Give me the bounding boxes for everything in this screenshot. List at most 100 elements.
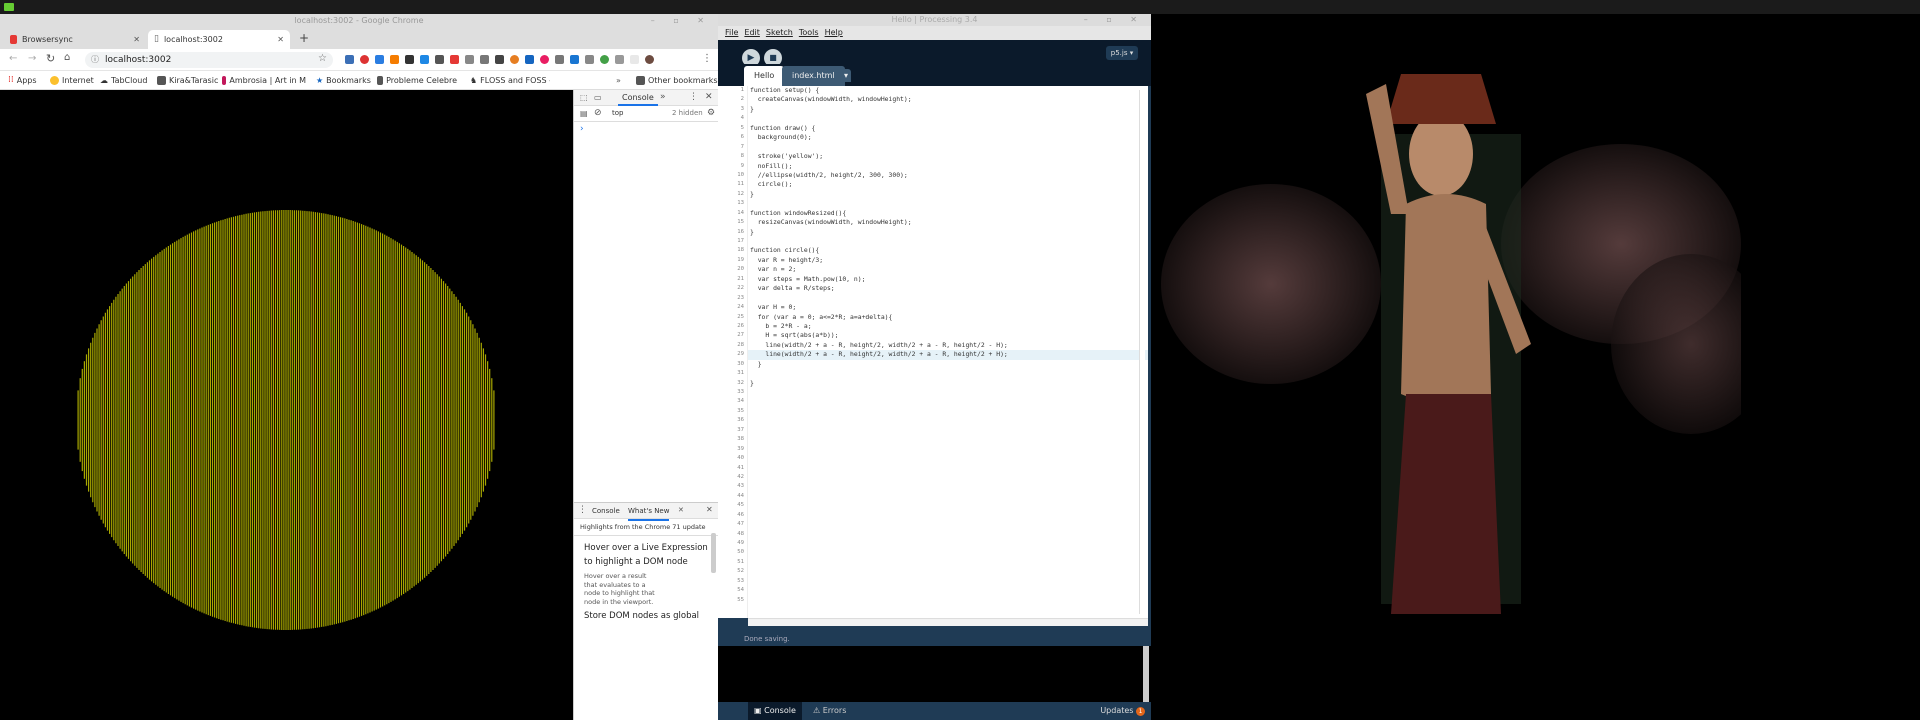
more-tabs-icon[interactable]: » xyxy=(660,92,666,102)
extension-icon[interactable] xyxy=(570,55,579,64)
code-line[interactable]: function setup() { xyxy=(748,86,1148,95)
extension-icon[interactable] xyxy=(345,55,354,64)
code-line[interactable]: //ellipse(width/2, height/2, 300, 300); xyxy=(748,171,1148,180)
window-controls-icon[interactable]: – ▫ ✕ xyxy=(651,14,712,27)
code-line[interactable]: b = 2*R - a; xyxy=(748,322,1148,331)
code-line[interactable]: for (var a = 0; a<=2*R; a=a+delta){ xyxy=(748,313,1148,322)
back-icon[interactable]: ← xyxy=(9,53,17,64)
bookmark-internet[interactable]: Internet xyxy=(50,71,94,90)
drawer-tab-whats-new[interactable]: What's New xyxy=(628,503,670,521)
code-line[interactable] xyxy=(748,143,1148,152)
home-icon[interactable]: ⌂ xyxy=(64,52,70,63)
code-line[interactable] xyxy=(748,369,1148,378)
extension-icon[interactable] xyxy=(420,55,429,64)
bookmark-apps[interactable]: ⁞⁞ Apps xyxy=(8,71,37,90)
extension-icon[interactable] xyxy=(390,55,399,64)
extension-icon[interactable] xyxy=(630,55,639,64)
code-line[interactable]: stroke('yellow'); xyxy=(748,152,1148,161)
extension-icon[interactable] xyxy=(435,55,444,64)
code-line[interactable]: function draw() { xyxy=(748,124,1148,133)
editor-vertical-scrollbar[interactable] xyxy=(1139,90,1145,614)
extension-icon[interactable] xyxy=(360,55,369,64)
extension-icon[interactable] xyxy=(495,55,504,64)
reload-icon[interactable]: ↻ xyxy=(46,52,55,65)
extension-icon[interactable] xyxy=(525,55,534,64)
bookmark-kira-tarasic[interactable]: Kira&Tarasic xyxy=(157,71,218,90)
drawer-menu-icon[interactable]: ⋮ xyxy=(578,505,587,515)
drawer-tab-console[interactable]: Console xyxy=(592,503,620,519)
extension-icon[interactable] xyxy=(540,55,549,64)
whats-new-item-title[interactable]: Hover over a Live Expression to highligh… xyxy=(584,541,710,569)
tab-localhost[interactable]: ▯ localhost:3002 ✕ xyxy=(148,30,290,49)
tab-browsersync[interactable]: Browsersync ✕ xyxy=(4,30,146,49)
chrome-menu-icon[interactable]: ⋮ xyxy=(702,53,712,64)
errors-tab[interactable]: ⚠ Errors xyxy=(813,702,846,720)
code-line[interactable]: line(width/2 + a - R, height/2, width/2 … xyxy=(748,341,1148,350)
code-line[interactable]: background(0); xyxy=(748,133,1148,142)
code-line[interactable]: line(width/2 + a - R, height/2, width/2 … xyxy=(748,350,1148,360)
menu-tools[interactable]: Tools xyxy=(799,26,819,40)
extension-icon[interactable] xyxy=(510,55,519,64)
profile-avatar-icon[interactable] xyxy=(645,55,654,64)
whats-new-item-title-2[interactable]: Store DOM nodes as global xyxy=(584,609,710,623)
close-tab-icon[interactable]: ✕ xyxy=(133,30,140,49)
bookmark-bookmarks[interactable]: ★ Bookmarks xyxy=(316,71,371,90)
extension-icon[interactable] xyxy=(375,55,384,64)
close-drawer-tab-icon[interactable]: ✕ xyxy=(678,506,684,514)
extension-icon[interactable] xyxy=(480,55,489,64)
code-line[interactable]: } xyxy=(748,379,1148,388)
inspect-icon[interactable]: ⬚ xyxy=(580,93,588,102)
extension-icon[interactable] xyxy=(405,55,414,64)
device-toggle-icon[interactable]: ▭ xyxy=(594,93,602,102)
sidebar-toggle-icon[interactable]: ▤ xyxy=(580,109,588,118)
code-editor[interactable]: function setup() { createCanvas(windowWi… xyxy=(748,86,1148,618)
code-line[interactable]: function windowResized(){ xyxy=(748,209,1148,218)
code-line[interactable]: noFill(); xyxy=(748,162,1148,171)
info-icon[interactable]: ⓘ xyxy=(91,52,99,68)
bookmarks-overflow[interactable]: » xyxy=(616,71,621,90)
extension-icon[interactable] xyxy=(450,55,459,64)
code-line[interactable]: circle(); xyxy=(748,180,1148,189)
close-drawer-icon[interactable]: ✕ xyxy=(706,505,713,514)
updates-indicator[interactable]: Updates 1 xyxy=(1100,702,1145,720)
launcher-icon[interactable] xyxy=(4,3,14,11)
tab-index-html[interactable]: index.html xyxy=(782,66,845,86)
menu-file[interactable]: File xyxy=(725,26,738,40)
code-line[interactable]: resizeCanvas(windowWidth, windowHeight); xyxy=(748,218,1148,227)
menu-help[interactable]: Help xyxy=(825,26,843,40)
code-line[interactable]: var R = height/3; xyxy=(748,256,1148,265)
console-scrollbar[interactable] xyxy=(1143,646,1149,702)
bookmark-other[interactable]: Other bookmarks xyxy=(636,71,718,90)
code-line[interactable]: } xyxy=(748,228,1148,237)
code-line[interactable]: var n = 2; xyxy=(748,265,1148,274)
extension-icon[interactable] xyxy=(585,55,594,64)
extension-icon[interactable] xyxy=(465,55,474,64)
tab-menu-button[interactable]: ▾ xyxy=(841,69,852,82)
tab-console[interactable]: Console xyxy=(618,90,658,106)
code-line[interactable]: var steps = Math.pow(10, n); xyxy=(748,275,1148,284)
console-prompt[interactable]: › xyxy=(580,124,584,134)
drawer-scrollbar[interactable] xyxy=(711,533,716,573)
code-line[interactable] xyxy=(748,114,1148,123)
close-tab-icon[interactable]: ✕ xyxy=(277,30,284,49)
tab-hello[interactable]: Hello xyxy=(744,66,785,86)
code-line[interactable]: } xyxy=(748,190,1148,199)
extension-icon[interactable] xyxy=(555,55,564,64)
forward-icon[interactable]: → xyxy=(28,53,36,64)
code-line[interactable] xyxy=(748,237,1148,246)
page-canvas[interactable] xyxy=(0,90,573,720)
extension-icon[interactable] xyxy=(615,55,624,64)
code-line[interactable]: H = sqrt(abs(a*b)); xyxy=(748,331,1148,340)
code-line[interactable]: createCanvas(windowWidth, windowHeight); xyxy=(748,95,1148,104)
code-line[interactable]: } xyxy=(748,360,1148,369)
console-settings-icon[interactable]: ⚙ xyxy=(707,108,715,118)
console-tab[interactable]: ▣ Console xyxy=(748,702,802,720)
code-line[interactable] xyxy=(748,199,1148,208)
mode-selector[interactable]: p5.js ▾ xyxy=(1106,46,1138,60)
bookmark-ambrosia[interactable]: Ambrosia | Art in M xyxy=(222,71,306,90)
code-line[interactable]: var delta = R/steps; xyxy=(748,284,1148,293)
new-tab-button[interactable]: + xyxy=(299,31,309,45)
code-line[interactable] xyxy=(748,294,1148,303)
bookmark-probleme-celebre[interactable]: Probleme Celebre xyxy=(377,71,457,90)
editor-horizontal-scrollbar[interactable] xyxy=(748,618,1148,626)
